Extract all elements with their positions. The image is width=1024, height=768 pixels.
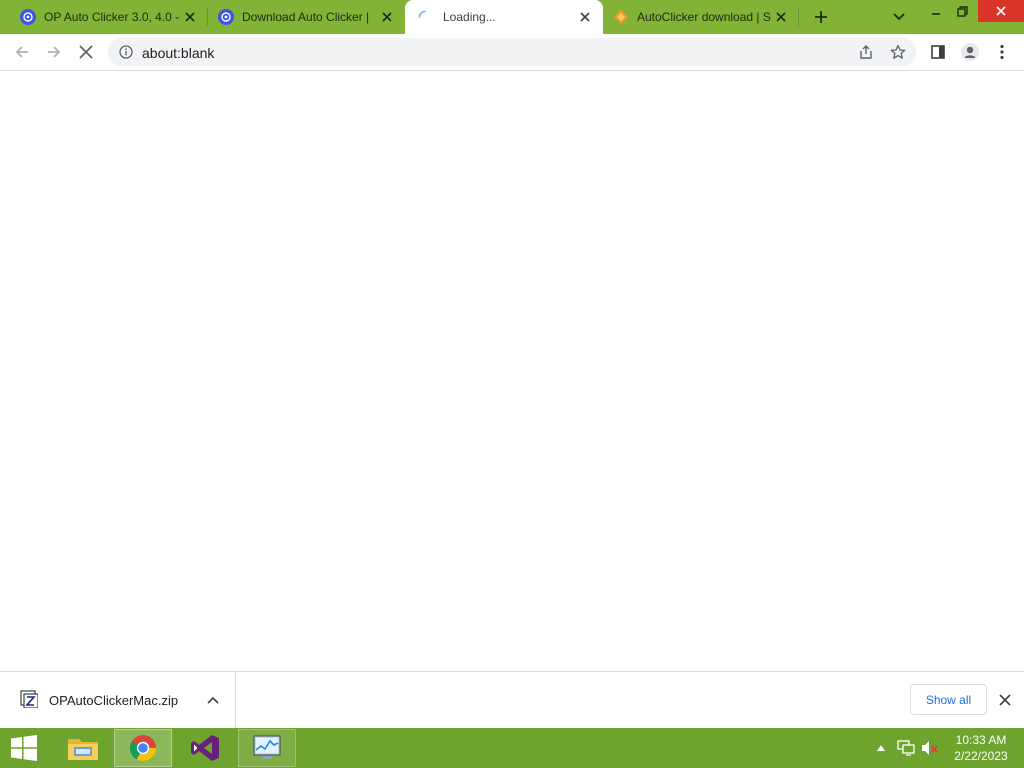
restore-button[interactable] — [946, 0, 978, 22]
softonic-favicon-icon — [613, 9, 629, 25]
file-explorer-icon — [68, 739, 98, 760]
taskbar-visual-studio[interactable] — [176, 729, 234, 767]
volume-button[interactable] — [918, 728, 942, 768]
download-item[interactable]: OPAutoClickerMac.zip — [0, 672, 236, 728]
volume-muted-icon — [922, 741, 938, 755]
side-panel-button[interactable] — [924, 38, 952, 66]
chrome-menu-button[interactable] — [988, 38, 1016, 66]
bookmark-star-icon[interactable] — [886, 40, 910, 64]
stop-button[interactable] — [72, 38, 100, 66]
clock-time: 10:33 AM — [955, 733, 1007, 747]
task-manager-icon — [253, 735, 281, 759]
close-tab-icon[interactable] — [575, 7, 595, 27]
download-shelf: OPAutoClickerMac.zip Show all — [0, 671, 1024, 728]
close-shelf-icon[interactable] — [994, 689, 1016, 711]
kebab-menu-icon — [1000, 44, 1004, 60]
start-button[interactable] — [0, 728, 48, 768]
plus-icon — [815, 11, 827, 23]
zip-file-icon — [20, 690, 38, 708]
tab-op-auto-clicker[interactable]: OP Auto Clicker 3.0, 4.0 - — [0, 0, 208, 34]
stop-icon — [79, 45, 93, 59]
tab-title: OP Auto Clicker 3.0, 4.0 - — [44, 10, 180, 24]
system-clock[interactable]: 10:33 AM 2/22/2023 — [944, 732, 1018, 766]
profile-button[interactable] — [956, 38, 984, 66]
windows-taskbar: 10:33 AM 2/22/2023 — [0, 728, 1024, 768]
tab-strip: OP Auto Clicker 3.0, 4.0 - Download Auto… — [0, 0, 1024, 34]
close-icon — [996, 6, 1006, 16]
back-button[interactable] — [8, 38, 36, 66]
side-panel-icon — [931, 45, 945, 59]
tab-title: Download Auto Clicker | — [242, 10, 370, 24]
tab-loading[interactable]: Loading... — [405, 0, 603, 34]
taskbar-file-explorer[interactable] — [54, 729, 112, 767]
tab-search-button[interactable] — [886, 4, 912, 30]
clock-date: 2/22/2023 — [954, 749, 1008, 763]
loading-spinner-icon — [417, 9, 433, 25]
close-tab-icon[interactable] — [180, 7, 200, 27]
op-autoclicker-favicon-icon — [218, 9, 234, 25]
page-content[interactable] — [0, 71, 1024, 671]
tray-expand-button[interactable] — [872, 728, 890, 768]
tab-softonic-autoclicker[interactable]: AutoClicker download | S — [603, 0, 799, 34]
url-text[interactable]: about:blank — [142, 45, 214, 61]
op-autoclicker-favicon-icon — [20, 9, 36, 25]
visual-studio-icon — [191, 735, 219, 761]
network-icon — [897, 740, 915, 756]
browser-toolbar: about:blank — [0, 34, 1024, 71]
profile-icon — [961, 43, 979, 61]
forward-arrow-icon — [48, 46, 61, 58]
tab-title: Loading... — [443, 10, 496, 24]
tab-title: AutoClicker download | S — [637, 10, 771, 24]
tab-download-auto-clicker[interactable]: Download Auto Clicker | — [208, 0, 405, 34]
chevron-down-icon — [893, 13, 905, 21]
back-arrow-icon — [15, 46, 28, 58]
minimize-icon — [932, 13, 940, 15]
chrome-icon — [129, 735, 157, 762]
show-all-button[interactable]: Show all — [910, 684, 987, 715]
close-tab-icon[interactable] — [771, 7, 791, 27]
download-file-name[interactable]: OPAutoClickerMac.zip — [49, 693, 178, 708]
restore-icon — [956, 5, 968, 17]
close-tab-icon[interactable] — [377, 7, 397, 27]
tab-separator — [798, 8, 799, 26]
new-tab-button[interactable] — [808, 4, 834, 30]
address-bar[interactable]: about:blank — [108, 38, 916, 66]
window-close-button[interactable] — [978, 0, 1024, 22]
forward-button[interactable] — [40, 38, 68, 66]
chevron-up-icon[interactable] — [203, 690, 223, 710]
taskbar-task-manager[interactable] — [238, 729, 296, 767]
tray-expand-icon — [877, 745, 885, 751]
windows-logo-icon — [11, 735, 37, 761]
taskbar-chrome[interactable] — [114, 729, 172, 767]
network-button[interactable] — [894, 728, 918, 768]
info-icon[interactable] — [118, 44, 134, 60]
share-icon[interactable] — [854, 40, 878, 64]
